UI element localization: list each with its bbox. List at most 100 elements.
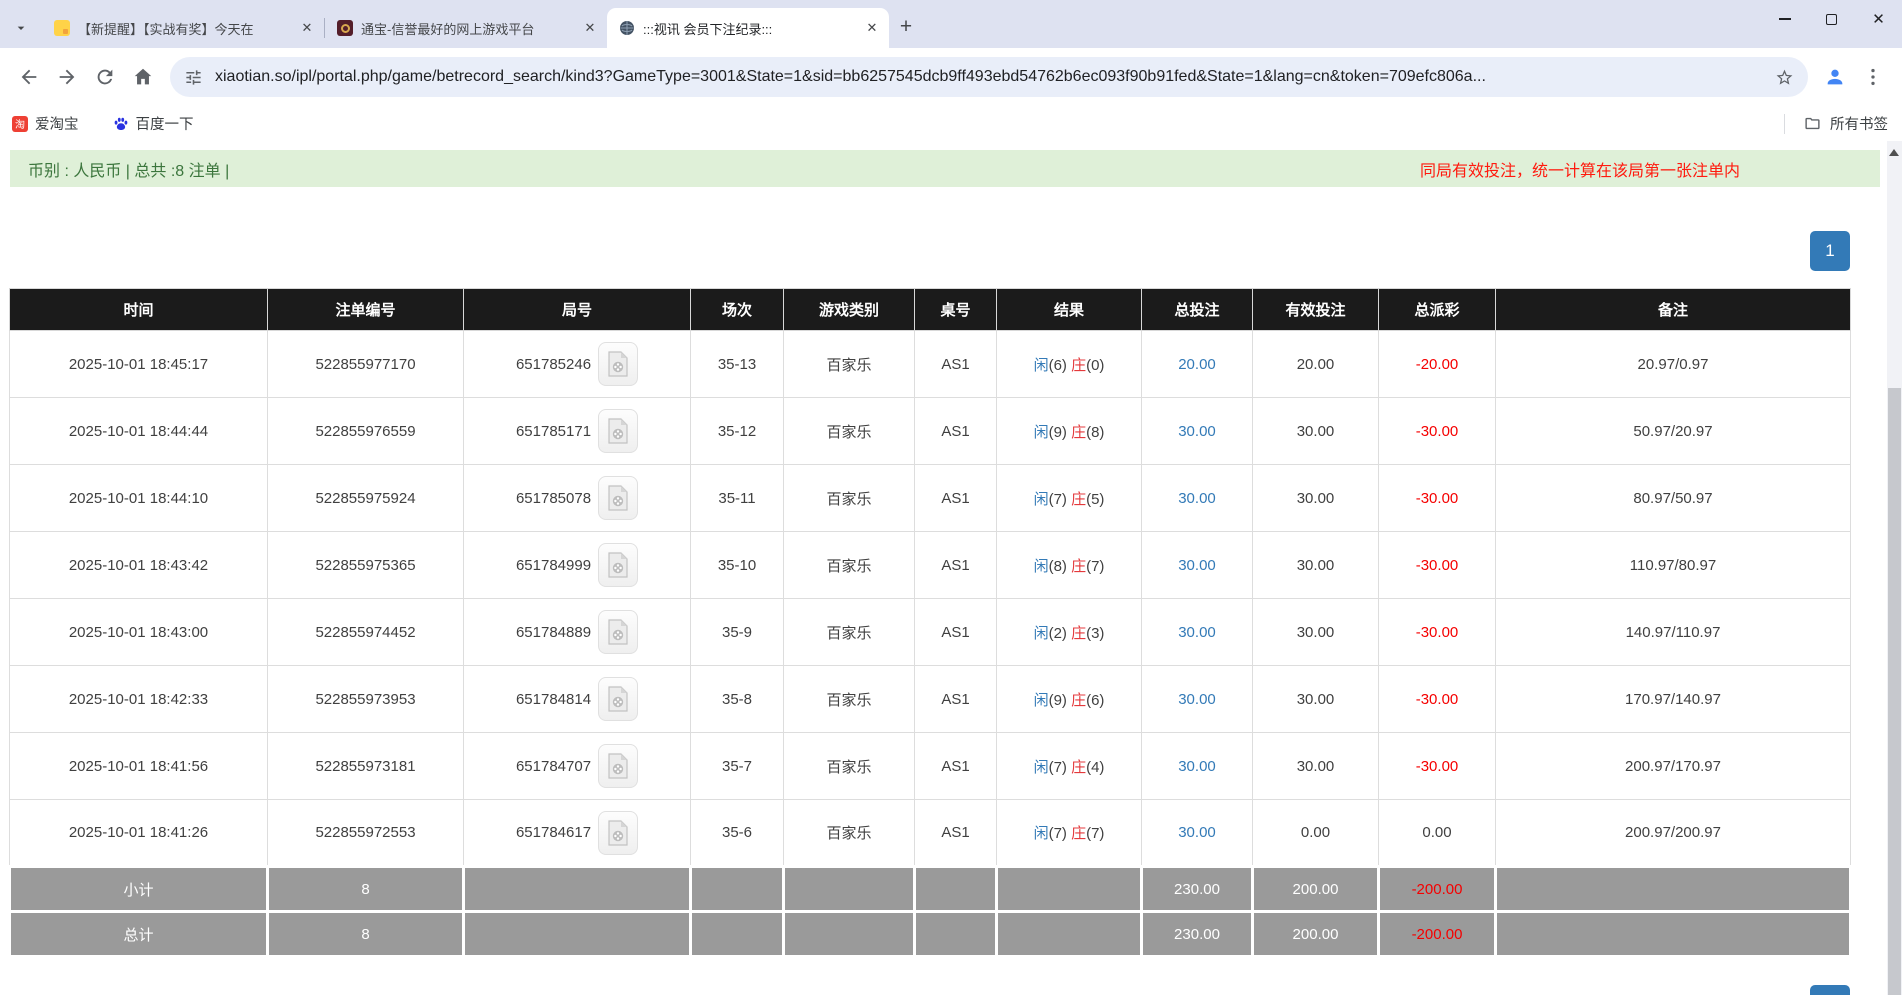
payout: -30.00 bbox=[1379, 465, 1496, 532]
payout: -30.00 bbox=[1379, 733, 1496, 800]
video-replay-button[interactable] bbox=[598, 677, 638, 721]
video-replay-button[interactable] bbox=[598, 543, 638, 587]
tab-search-chevron-icon[interactable] bbox=[0, 8, 42, 48]
round-no: 651784707 bbox=[464, 733, 691, 800]
star-icon[interactable] bbox=[1775, 68, 1794, 87]
bet-id: 522855975365 bbox=[268, 532, 464, 599]
browser-window: 【新提醒】【实战有奖】今天在 ✕ 通宝-信誉最好的网上游戏平台 ✕ :::视讯 … bbox=[0, 0, 1902, 995]
valid-bet: 30.00 bbox=[1253, 733, 1379, 800]
scroll-up-arrow-icon[interactable] bbox=[1889, 149, 1899, 156]
tab-forum[interactable]: 【新提醒】【实战有奖】今天在 ✕ bbox=[42, 8, 324, 48]
address-bar[interactable]: xiaotian.so/ipl/portal.php/game/betrecor… bbox=[170, 57, 1808, 97]
payout: 0.00 bbox=[1379, 800, 1496, 867]
round-no: 651784999 bbox=[464, 532, 691, 599]
bookmark-label: 百度一下 bbox=[136, 113, 194, 134]
round-no: 651784617 bbox=[464, 800, 691, 867]
site-settings-icon[interactable] bbox=[184, 68, 203, 87]
menu-dots-icon[interactable] bbox=[1854, 58, 1892, 96]
result: 闲(8) 庄(7) bbox=[997, 532, 1142, 599]
game-type: 百家乐 bbox=[784, 398, 915, 465]
video-replay-button[interactable] bbox=[598, 476, 638, 520]
table-body: 2025-10-01 18:45:17522855977170651785246… bbox=[10, 331, 1851, 867]
tab-close-icon[interactable]: ✕ bbox=[581, 19, 599, 37]
total-empty-result bbox=[997, 912, 1142, 957]
tab-bet-records[interactable]: :::视讯 会员下注纪录::: ✕ bbox=[607, 8, 889, 48]
forward-icon[interactable] bbox=[48, 58, 86, 96]
col-result: 结果 bbox=[997, 289, 1142, 331]
total-bet: 30.00 bbox=[1142, 800, 1253, 867]
video-replay-button[interactable] bbox=[598, 409, 638, 453]
scrollbar[interactable] bbox=[1887, 141, 1902, 995]
bet-id: 522855974452 bbox=[268, 599, 464, 666]
maximize-button[interactable] bbox=[1808, 0, 1855, 38]
scrollbar-thumb[interactable] bbox=[1888, 388, 1901, 995]
payout: -30.00 bbox=[1379, 666, 1496, 733]
subtotal-empty-remark bbox=[1496, 867, 1851, 912]
tab-title: :::视讯 会员下注纪录::: bbox=[643, 19, 855, 38]
session-no: 35-9 bbox=[691, 599, 784, 666]
forum-favicon-icon bbox=[54, 20, 70, 36]
back-icon[interactable] bbox=[10, 58, 48, 96]
total-total-bet: 230.00 bbox=[1142, 912, 1253, 957]
remark: 110.97/80.97 bbox=[1496, 532, 1851, 599]
total-payout: -200.00 bbox=[1379, 912, 1496, 957]
browser-toolbar: xiaotian.so/ipl/portal.php/game/betrecor… bbox=[0, 48, 1902, 106]
all-bookmarks-label: 所有书签 bbox=[1830, 113, 1888, 134]
session-no: 35-8 bbox=[691, 666, 784, 733]
subtotal-count: 8 bbox=[268, 867, 464, 912]
home-icon[interactable] bbox=[124, 58, 162, 96]
total-count: 8 bbox=[268, 912, 464, 957]
bookmark-label: 爱淘宝 bbox=[35, 113, 79, 134]
close-button[interactable]: ✕ bbox=[1855, 0, 1902, 38]
video-replay-button[interactable] bbox=[598, 610, 638, 654]
valid-bet: 30.00 bbox=[1253, 666, 1379, 733]
total-valid-bet: 200.00 bbox=[1253, 912, 1379, 957]
session-no: 35-11 bbox=[691, 465, 784, 532]
table-no: AS1 bbox=[915, 599, 997, 666]
total-bet: 30.00 bbox=[1142, 733, 1253, 800]
table-row: 2025-10-01 18:44:44522855976559651785171… bbox=[10, 398, 1851, 465]
all-bookmarks[interactable]: 所有书签 bbox=[1784, 113, 1888, 134]
col-total-bet: 总投注 bbox=[1142, 289, 1253, 331]
video-replay-icon bbox=[607, 351, 629, 377]
session-no: 35-13 bbox=[691, 331, 784, 398]
subtotal-empty-session bbox=[691, 867, 784, 912]
bet-time: 2025-10-01 18:45:17 bbox=[10, 331, 268, 398]
bookmark-taobao[interactable]: 淘 爱淘宝 bbox=[12, 113, 79, 134]
reload-icon[interactable] bbox=[86, 58, 124, 96]
game-type: 百家乐 bbox=[784, 599, 915, 666]
result: 闲(7) 庄(5) bbox=[997, 465, 1142, 532]
table-no: AS1 bbox=[915, 733, 997, 800]
table-no: AS1 bbox=[915, 465, 997, 532]
result: 闲(6) 庄(0) bbox=[997, 331, 1142, 398]
col-time: 时间 bbox=[10, 289, 268, 331]
page-1-button-bottom[interactable]: 1 bbox=[1810, 985, 1850, 995]
round-no: 651785078 bbox=[464, 465, 691, 532]
profile-avatar-icon[interactable] bbox=[1816, 58, 1854, 96]
minimize-button[interactable] bbox=[1761, 0, 1808, 38]
game-type: 百家乐 bbox=[784, 331, 915, 398]
subtotal-payout: -200.00 bbox=[1379, 867, 1496, 912]
tab-close-icon[interactable]: ✕ bbox=[298, 19, 316, 37]
new-tab-button[interactable]: + bbox=[889, 10, 923, 44]
video-replay-button[interactable] bbox=[598, 342, 638, 386]
subtotal-empty-game bbox=[784, 867, 915, 912]
total-bet: 30.00 bbox=[1142, 398, 1253, 465]
subtotal-empty-result bbox=[997, 867, 1142, 912]
page-1-button[interactable]: 1 bbox=[1810, 231, 1850, 271]
video-replay-button[interactable] bbox=[598, 811, 638, 855]
tab-close-icon[interactable]: ✕ bbox=[863, 19, 881, 37]
tab-tongbao[interactable]: 通宝-信誉最好的网上游戏平台 ✕ bbox=[325, 8, 607, 48]
table-footer: 小计8230.00200.00-200.00总计8230.00200.00-20… bbox=[10, 867, 1851, 957]
remark: 80.97/50.97 bbox=[1496, 465, 1851, 532]
video-replay-icon bbox=[607, 552, 629, 578]
table-row: 2025-10-01 18:43:00522855974452651784889… bbox=[10, 599, 1851, 666]
subtotal-valid-bet: 200.00 bbox=[1253, 867, 1379, 912]
game-type: 百家乐 bbox=[784, 666, 915, 733]
bookmark-baidu[interactable]: 百度一下 bbox=[113, 113, 194, 134]
result: 闲(7) 庄(7) bbox=[997, 800, 1142, 867]
video-replay-icon bbox=[607, 820, 629, 846]
table-no: AS1 bbox=[915, 532, 997, 599]
result: 闲(7) 庄(4) bbox=[997, 733, 1142, 800]
video-replay-button[interactable] bbox=[598, 744, 638, 788]
